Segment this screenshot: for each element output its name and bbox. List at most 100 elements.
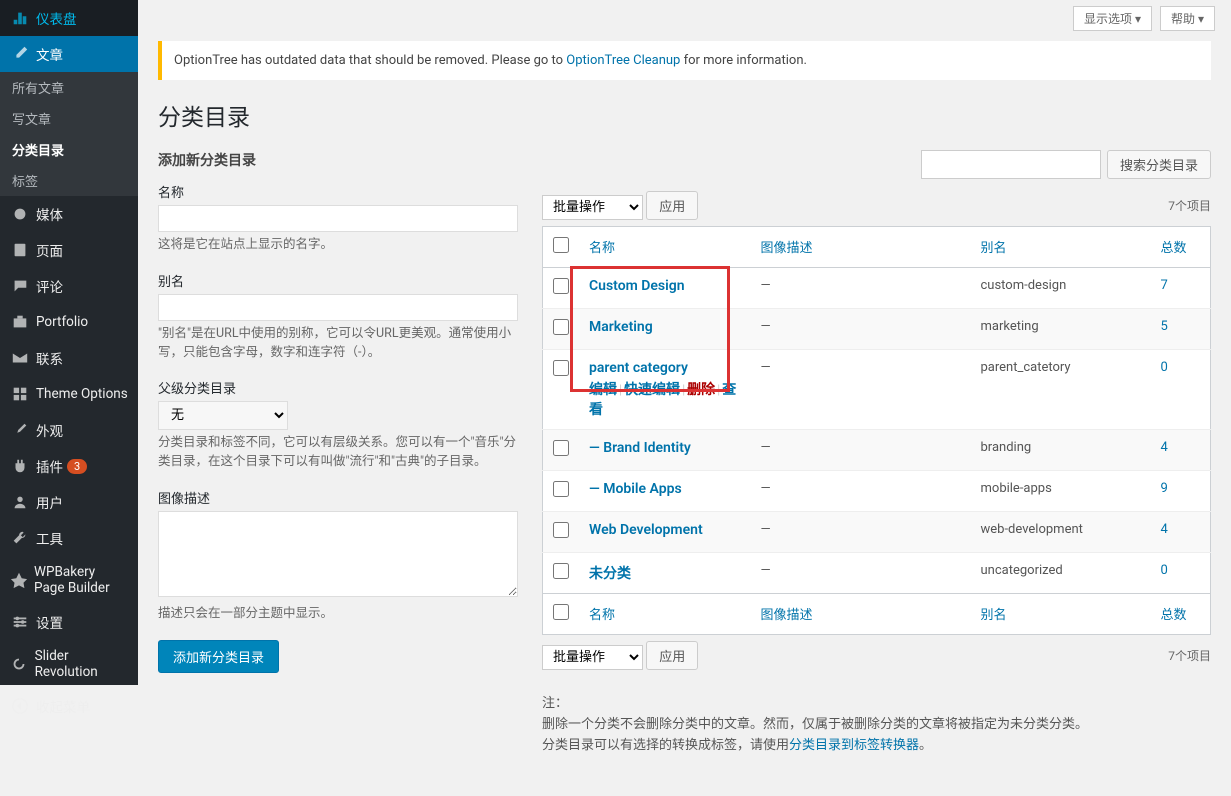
bulk-action-select-top[interactable]: 批量操作	[542, 195, 643, 220]
sidebar-item-media[interactable]: 媒体	[0, 196, 138, 232]
bulk-apply-top[interactable]: 应用	[646, 191, 698, 220]
row-checkbox[interactable]	[553, 440, 569, 456]
category-desc: —	[751, 309, 971, 350]
col-slug-header[interactable]: 别名	[981, 241, 1007, 256]
sidebar-item-label: 页面	[36, 240, 63, 260]
sidebar-item-label: 联系	[36, 348, 63, 368]
row-checkbox[interactable]	[553, 278, 569, 294]
help-button[interactable]: 帮助 ▾	[1160, 6, 1215, 31]
sidebar-item-theme[interactable]: Theme Options	[0, 376, 138, 412]
category-name-link[interactable]: Custom Design	[589, 278, 685, 294]
table-row: Web Development—web-development4	[543, 512, 1211, 553]
sidebar-item-label: 用户	[36, 492, 63, 512]
categories-table: 名称 图像描述 别名 总数 Custom Design—custom-desig…	[542, 226, 1211, 635]
category-count-link[interactable]: 0	[1161, 563, 1168, 578]
sidebar-sub-item[interactable]: 写文章	[0, 103, 138, 134]
category-name-link[interactable]: — Mobile Apps	[589, 481, 682, 497]
category-count-link[interactable]: 4	[1161, 522, 1168, 537]
category-count-link[interactable]: 9	[1161, 481, 1168, 496]
category-name-link[interactable]: Web Development	[589, 522, 703, 538]
category-name-link[interactable]: parent category	[589, 360, 688, 376]
table-row: — Brand Identity—branding4	[543, 430, 1211, 471]
table-row: Marketing —marketing 5	[543, 309, 1211, 350]
sidebar-item-appearance[interactable]: 外观	[0, 412, 138, 448]
col-desc-footer[interactable]: 图像描述	[761, 608, 813, 623]
row-checkbox[interactable]	[553, 481, 569, 497]
wpbakery-icon	[10, 570, 28, 590]
category-desc: —	[751, 512, 971, 553]
sidebar-sub-item[interactable]: 分类目录	[0, 134, 138, 165]
col-desc-header[interactable]: 图像描述	[761, 241, 813, 256]
category-desc: —	[751, 553, 971, 594]
name-input[interactable]	[158, 205, 518, 232]
posts-icon	[10, 44, 30, 64]
bulk-action-select-bottom[interactable]: 批量操作	[542, 645, 643, 670]
search-button[interactable]: 搜索分类目录	[1107, 150, 1211, 179]
sidebar-item-plugins[interactable]: 插件3	[0, 448, 138, 484]
add-category-form: 添加新分类目录 名称 这将是它在站点上显示的名字。 别名 "别名"是在URL中使…	[158, 150, 518, 756]
sidebar-sub-item[interactable]: 标签	[0, 165, 138, 196]
add-category-button[interactable]: 添加新分类目录	[158, 640, 279, 673]
sidebar-item-label: 工具	[36, 528, 63, 548]
category-slug: marketing	[971, 309, 1151, 350]
parent-select[interactable]: 无	[158, 401, 288, 430]
sidebar-item-dashboard[interactable]: 仪表盘	[0, 0, 138, 36]
form-heading: 添加新分类目录	[158, 150, 518, 170]
category-desc: —	[751, 268, 971, 309]
category-count-link[interactable]: 5	[1161, 319, 1168, 334]
row-delete[interactable]: 删除	[687, 382, 715, 398]
sidebar-item-wpbakery[interactable]: WPBakery Page Builder	[0, 556, 138, 604]
search-input[interactable]	[921, 150, 1101, 179]
sidebar-item-label: 设置	[36, 612, 63, 632]
image-desc-textarea[interactable]	[158, 511, 518, 597]
sidebar-item-contact[interactable]: 联系	[0, 340, 138, 376]
row-checkbox[interactable]	[553, 319, 569, 335]
category-count-link[interactable]: 4	[1161, 440, 1168, 455]
categories-list-wrap: 搜索分类目录 批量操作 应用 7个项目 名称 图像描述	[542, 150, 1211, 756]
slider-icon	[10, 654, 29, 674]
col-count-header[interactable]: 总数	[1161, 241, 1187, 256]
tools-icon	[10, 528, 30, 548]
category-name-link[interactable]: Marketing	[589, 319, 653, 335]
sidebar-item-label: 媒体	[36, 204, 63, 224]
col-name-header[interactable]: 名称	[589, 241, 615, 256]
settings-icon	[10, 612, 30, 632]
admin-notice: OptionTree has outdated data that should…	[158, 41, 1211, 80]
converter-link[interactable]: 分类目录到标签转换器	[789, 738, 919, 753]
category-name-link[interactable]: — Brand Identity	[589, 440, 691, 456]
bulk-apply-bottom[interactable]: 应用	[646, 641, 698, 670]
sidebar-item-users[interactable]: 用户	[0, 484, 138, 520]
sidebar-item-settings[interactable]: 设置	[0, 604, 138, 640]
select-all-top[interactable]	[553, 237, 569, 253]
category-count-link[interactable]: 0	[1161, 360, 1168, 375]
notice-link[interactable]: OptionTree Cleanup	[566, 53, 680, 68]
category-name-link[interactable]: 未分类	[589, 566, 631, 582]
slug-input[interactable]	[158, 294, 518, 321]
sidebar-sub-item[interactable]: 所有文章	[0, 72, 138, 103]
screen-options-button[interactable]: 显示选项 ▾	[1073, 6, 1152, 31]
dashboard-icon	[10, 8, 30, 28]
sidebar-item-label: 仪表盘	[36, 8, 77, 28]
row-checkbox[interactable]	[553, 360, 569, 376]
sidebar-item-label: 插件	[36, 456, 63, 476]
row-checkbox[interactable]	[553, 563, 569, 579]
row-quick-edit[interactable]: 快速编辑	[624, 382, 680, 398]
select-all-bottom[interactable]	[553, 604, 569, 620]
page-title: 分类目录	[158, 98, 1211, 132]
sidebar-item-slider[interactable]: Slider Revolution	[0, 640, 138, 688]
parent-label: 父级分类目录	[158, 378, 518, 397]
plugins-icon	[10, 456, 30, 476]
category-count-link[interactable]: 7	[1161, 278, 1168, 293]
col-count-footer[interactable]: 总数	[1161, 608, 1187, 623]
sidebar-item-label: Theme Options	[36, 386, 128, 402]
row-edit[interactable]: 编辑	[589, 382, 617, 398]
sidebar-item-portfolio[interactable]: Portfolio	[0, 304, 138, 340]
sidebar-item-pages[interactable]: 页面	[0, 232, 138, 268]
col-slug-footer[interactable]: 别名	[981, 608, 1007, 623]
table-row: parent category编辑|快速编辑|删除|查看—parent_cate…	[543, 350, 1211, 430]
sidebar-item-posts[interactable]: 文章	[0, 36, 138, 72]
row-checkbox[interactable]	[553, 522, 569, 538]
col-name-footer[interactable]: 名称	[589, 608, 615, 623]
sidebar-item-comments[interactable]: 评论	[0, 268, 138, 304]
sidebar-item-tools[interactable]: 工具	[0, 520, 138, 556]
